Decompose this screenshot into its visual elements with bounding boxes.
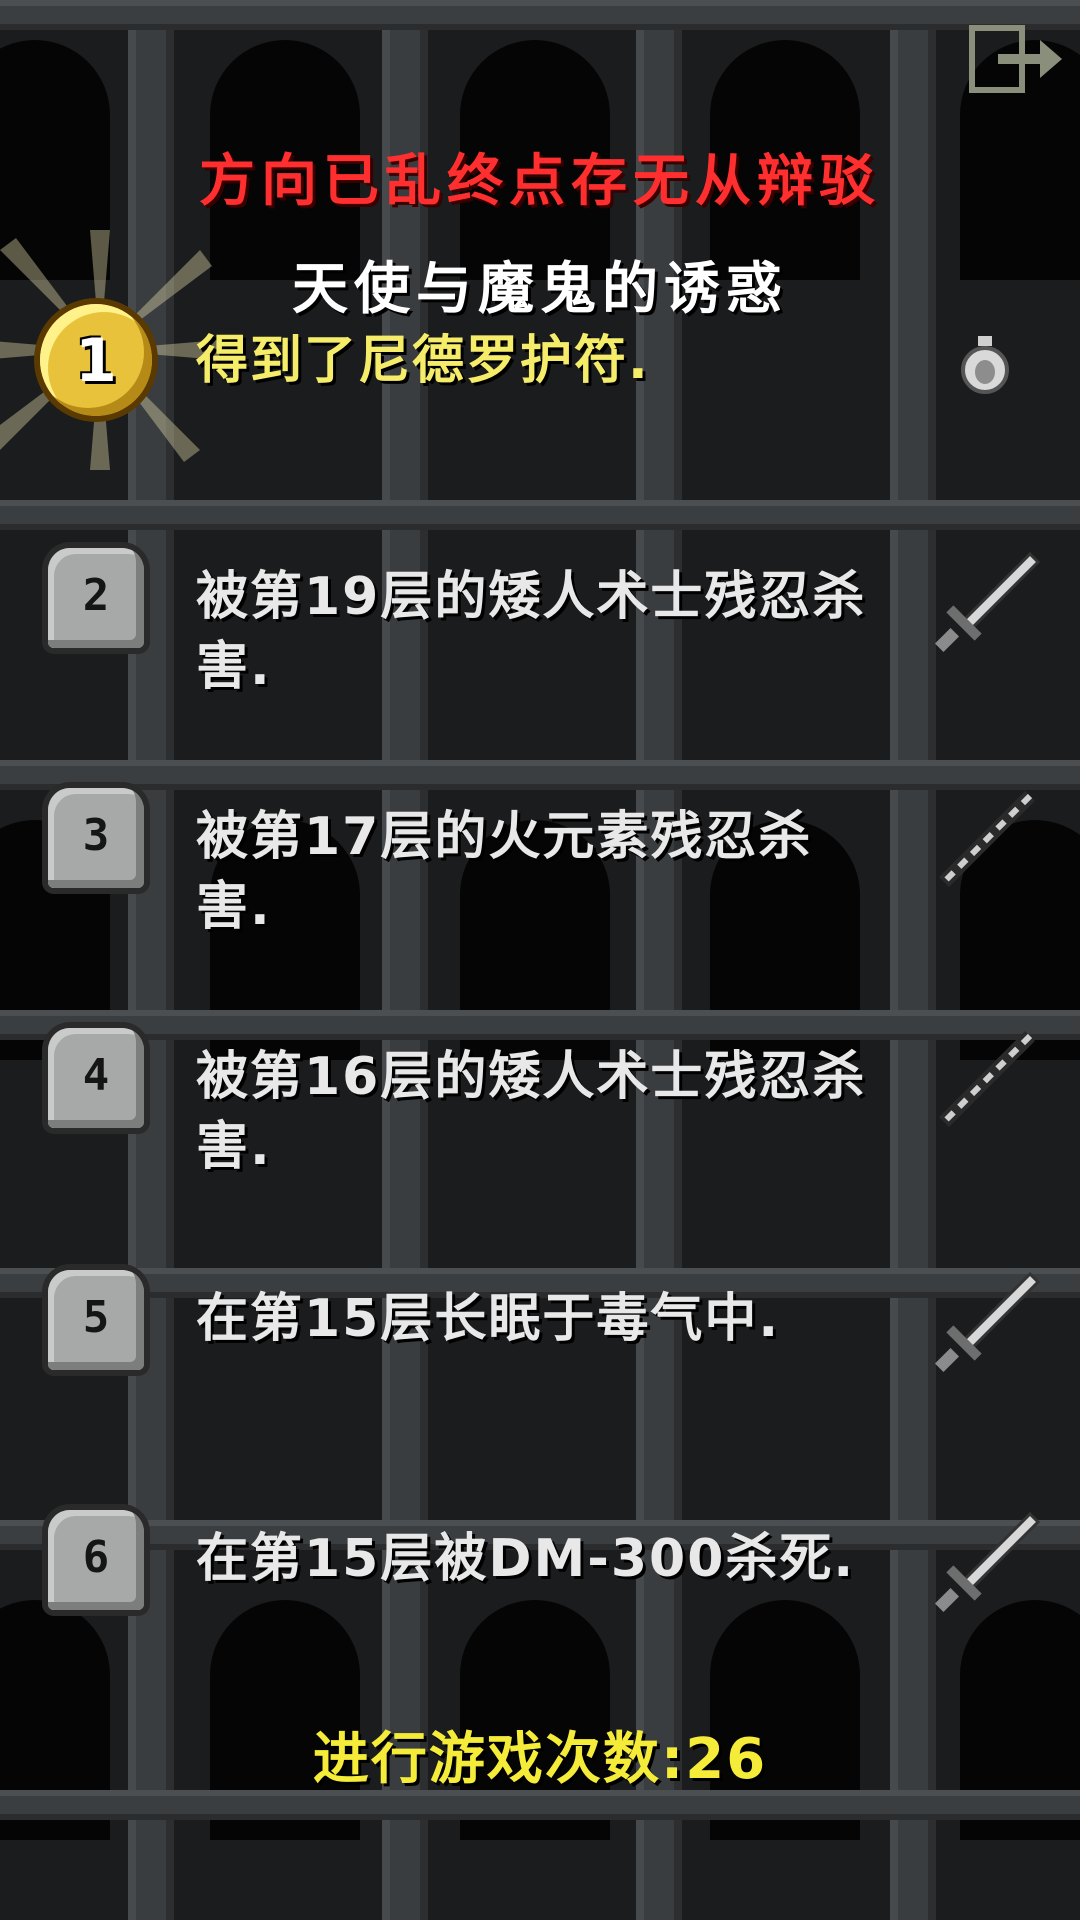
rankings-screen: 方向已乱终点存无从辩驳 天使与魔鬼的诱惑 1 得到了尼德罗护符. 2 被第19层…	[0, 0, 1080, 1920]
spear-icon	[939, 1031, 1035, 1127]
beam	[0, 760, 1080, 790]
tombstone-icon: 4	[48, 1028, 144, 1128]
amulet-icon	[961, 336, 1009, 394]
beam	[0, 500, 1080, 530]
rank-number: 5	[82, 1292, 110, 1343]
challenge-title: 方向已乱终点存无从辩驳	[199, 149, 881, 214]
sword-icon	[934, 1511, 1040, 1613]
rank-number: 2	[82, 570, 110, 621]
record-text: 得到了尼德罗护符.	[196, 331, 650, 391]
rank-number: 6	[82, 1532, 110, 1583]
beam	[0, 0, 1080, 30]
sword-icon	[934, 1271, 1040, 1373]
rank-number: 4	[82, 1050, 110, 1101]
sword-icon	[934, 551, 1040, 653]
record-text: 在第15层被DM-300杀死.	[196, 1529, 856, 1589]
rank-number: 3	[82, 810, 110, 861]
rank-number: 1	[75, 326, 117, 396]
gold-medal-icon: 1	[40, 304, 152, 416]
record-text: 在第15层长眠于毒气中.	[196, 1289, 781, 1349]
tombstone-icon: 3	[48, 788, 144, 888]
beam	[0, 1010, 1080, 1040]
games-played-count: 进行游戏次数:26	[312, 1727, 768, 1792]
tombstone-icon: 2	[48, 548, 144, 648]
record-text: 被第16层的矮人术士残忍杀害.	[196, 1047, 867, 1177]
record-text: 被第19层的矮人术士残忍杀害.	[196, 567, 867, 697]
record-text: 被第17层的火元素残忍杀害.	[196, 807, 813, 937]
tombstone-icon: 6	[48, 1510, 144, 1610]
exit-icon[interactable]	[968, 24, 1064, 94]
spear-icon	[939, 791, 1035, 887]
tombstone-icon: 5	[48, 1270, 144, 1370]
